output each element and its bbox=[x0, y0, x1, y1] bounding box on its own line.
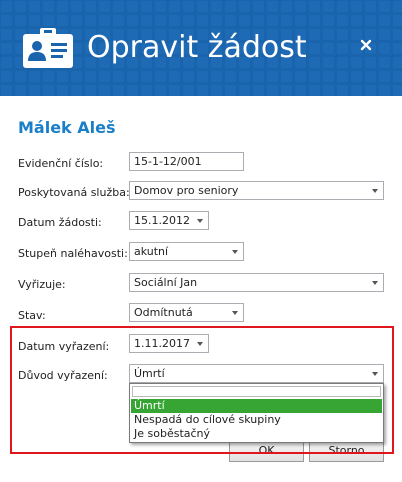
duvod-vyrazeni-value: Úmrtí bbox=[134, 367, 165, 380]
option-umrti[interactable]: Úmrtí bbox=[131, 399, 382, 413]
close-icon[interactable] bbox=[359, 38, 373, 52]
person-name: Málek Aleš bbox=[18, 118, 116, 137]
datum-vyrazeni-picker[interactable]: 1.11.2017 bbox=[129, 334, 209, 353]
chevron-down-icon bbox=[232, 250, 238, 254]
evidencni-cislo-field[interactable]: 15-1-12/001 bbox=[129, 152, 244, 171]
option-je-sobestacny[interactable]: Je soběstačný bbox=[131, 427, 382, 441]
stupen-nalehavosti-label: Stupeň naléhavosti: bbox=[18, 247, 128, 260]
chevron-down-icon bbox=[372, 281, 378, 285]
vyrizuje-label: Vyřizuje: bbox=[18, 278, 66, 291]
poskytovana-sluzba-label: Poskytovaná služba: bbox=[18, 186, 130, 199]
stupen-nalehavosti-dropdown[interactable]: akutní bbox=[129, 242, 244, 261]
vyrizuje-dropdown[interactable]: Sociální Jan bbox=[129, 273, 384, 292]
dialog-header: Opravit žádost bbox=[0, 0, 402, 96]
stav-dropdown[interactable]: Odmítnutá bbox=[129, 303, 244, 322]
vyrizuje-value: Sociální Jan bbox=[134, 276, 198, 289]
datum-zadosti-label: Datum žádosti: bbox=[18, 216, 102, 229]
stav-value: Odmítnutá bbox=[134, 306, 193, 319]
dialog-title: Opravit žádost bbox=[87, 30, 307, 65]
chevron-down-icon bbox=[232, 311, 238, 315]
chevron-down-icon bbox=[197, 342, 203, 346]
poskytovana-sluzba-dropdown[interactable]: Domov pro seniory bbox=[129, 181, 384, 200]
chevron-down-icon bbox=[197, 219, 203, 223]
option-nespada-do-cilove-skupiny[interactable]: Nespadá do cílové skupiny bbox=[131, 413, 382, 427]
chevron-down-icon bbox=[372, 189, 378, 193]
stupen-nalehavosti-value: akutní bbox=[134, 245, 169, 258]
datum-vyrazeni-label: Datum vyřazení: bbox=[18, 340, 110, 353]
options-filter-input[interactable] bbox=[132, 386, 381, 397]
duvod-vyrazeni-options: Úmrtí Nespadá do cílové skupiny Je soběs… bbox=[129, 383, 384, 443]
duvod-vyrazeni-dropdown[interactable]: Úmrtí bbox=[129, 364, 384, 383]
duvod-vyrazeni-label: Důvod vyřazení: bbox=[18, 369, 108, 382]
datum-zadosti-value: 15.1.2012 bbox=[134, 214, 190, 227]
id-badge-icon bbox=[23, 28, 73, 68]
poskytovana-sluzba-value: Domov pro seniory bbox=[134, 184, 239, 197]
stav-label: Stav: bbox=[18, 309, 46, 322]
evidencni-cislo-value: 15-1-12/001 bbox=[134, 155, 202, 168]
evidencni-cislo-label: Evidenční číslo: bbox=[18, 157, 104, 170]
chevron-down-icon bbox=[372, 372, 378, 376]
datum-zadosti-picker[interactable]: 15.1.2012 bbox=[129, 211, 209, 230]
datum-vyrazeni-value: 1.11.2017 bbox=[134, 337, 190, 350]
